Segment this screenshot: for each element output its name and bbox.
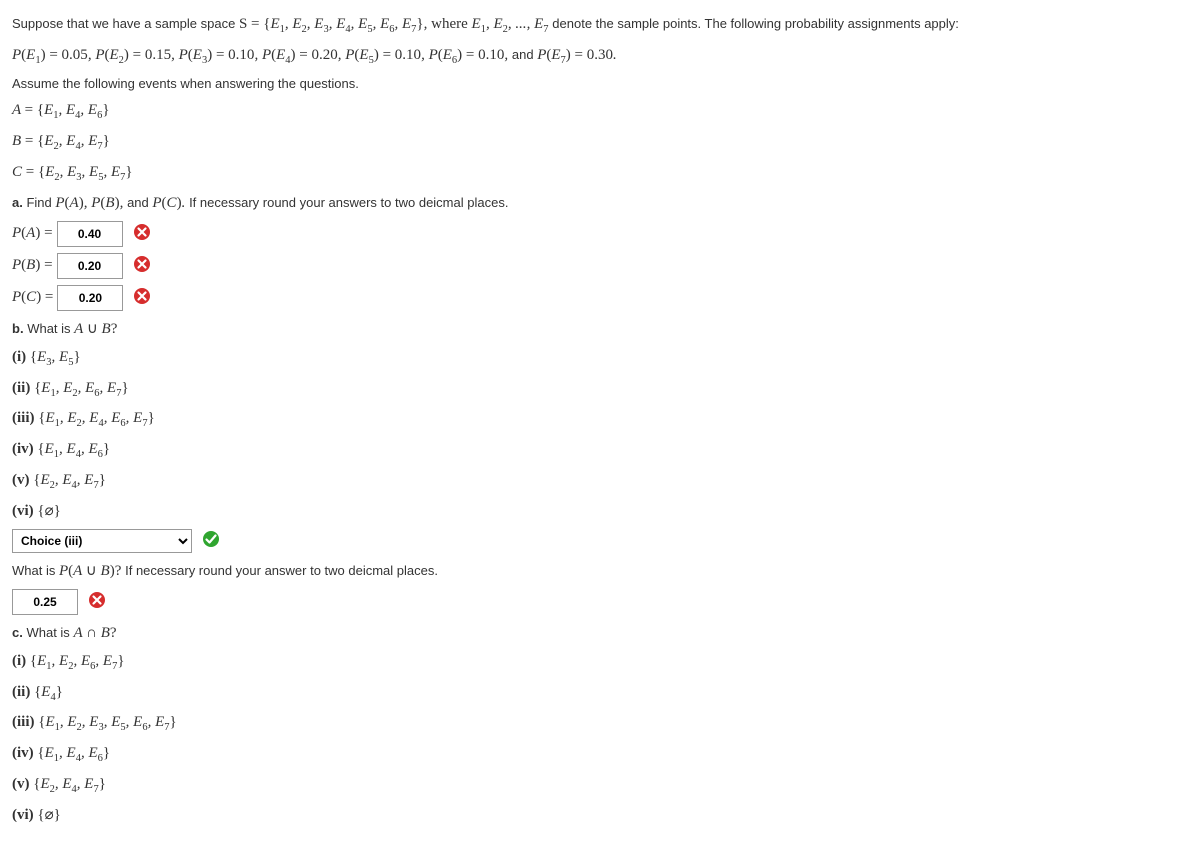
part-b-prompt: b. What is A ∪ B? [12, 317, 1189, 341]
b-select-row: Choice (iii) [12, 529, 1189, 553]
a-prompt-and: and [127, 195, 152, 210]
c-opt-iv: (iv) {E1, E4, E6} [12, 741, 1189, 768]
part-a-label: a. [12, 195, 23, 210]
b-opt-ii: (ii) {E1, E2, E6, E7} [12, 376, 1189, 403]
correct-icon [202, 530, 220, 551]
wrong-icon [133, 223, 151, 244]
c-opt-iii: (iii) {E1, E2, E3, E5, E6, E7} [12, 710, 1189, 737]
pc-input[interactable] [57, 285, 123, 311]
event-B-def: B = {E2, E4, E7} [12, 129, 1189, 156]
pb-row: P(B) = [12, 253, 1189, 279]
wrong-icon [133, 255, 151, 276]
c-prompt-pre: What is [26, 625, 73, 640]
a-prompt-pre: Find [26, 195, 55, 210]
part-c-label: c. [12, 625, 23, 640]
b-p-row [12, 589, 1189, 615]
and-text: and [512, 47, 537, 62]
part-c-prompt: c. What is A ∩ B? [12, 621, 1189, 645]
event-A-def: A = {E1, E4, E6} [12, 98, 1189, 125]
prob-assignments: P(E1) = 0.05, P(E2) = 0.15, P(E3) = 0.10… [12, 43, 1189, 70]
b-prompt-pre: What is [27, 321, 74, 336]
b-opt-iii: (iii) {E1, E2, E4, E6, E7} [12, 406, 1189, 433]
a-prompt-post: If necessary round your answers to two d… [189, 195, 508, 210]
b-p-prompt: What is P(A ∪ B)? If necessary round you… [12, 559, 1189, 583]
question-content: Suppose that we have a sample space S = … [12, 12, 1189, 827]
intro-text-post: denote the sample points. The following … [552, 16, 959, 31]
pb-label: P(B) = [12, 257, 53, 274]
c-opt-ii: (ii) {E4} [12, 680, 1189, 707]
c-opt-v: (v) {E2, E4, E7} [12, 772, 1189, 799]
event-C-def: C = {E2, E3, E5, E7} [12, 160, 1189, 187]
b-p-prompt-post: If necessary round your answer to two de… [125, 563, 438, 578]
pa-label: P(A) = [12, 225, 53, 242]
intro-line-1: Suppose that we have a sample space S = … [12, 12, 1189, 39]
part-a-prompt: a. Find P(A), P(B), and P(C). If necessa… [12, 191, 1189, 215]
pc-row: P(C) = [12, 285, 1189, 311]
wrong-icon [133, 287, 151, 308]
b-p-prompt-pre: What is [12, 563, 59, 578]
b-opt-v: (v) {E2, E4, E7} [12, 468, 1189, 495]
pa-row: P(A) = [12, 221, 1189, 247]
sample-space-def: S = {E1, E2, E3, E4, E5, E6, E7}, where … [239, 16, 552, 32]
b-opt-vi: (vi) {⌀} [12, 499, 1189, 523]
pb-input[interactable] [57, 253, 123, 279]
b-opt-i: (i) {E3, E5} [12, 345, 1189, 372]
pc-label: P(C) = [12, 289, 53, 306]
b-choice-select[interactable]: Choice (iii) [12, 529, 192, 553]
c-opt-vi: (vi) {⌀} [12, 803, 1189, 827]
pa-input[interactable] [57, 221, 123, 247]
part-b-label: b. [12, 321, 24, 336]
intro-text-pre: Suppose that we have a sample space [12, 16, 239, 31]
assume-text: Assume the following events when answeri… [12, 74, 1189, 95]
wrong-icon [88, 591, 106, 612]
c-opt-i: (i) {E1, E2, E6, E7} [12, 649, 1189, 676]
paub-input[interactable] [12, 589, 78, 615]
b-opt-iv: (iv) {E1, E4, E6} [12, 437, 1189, 464]
